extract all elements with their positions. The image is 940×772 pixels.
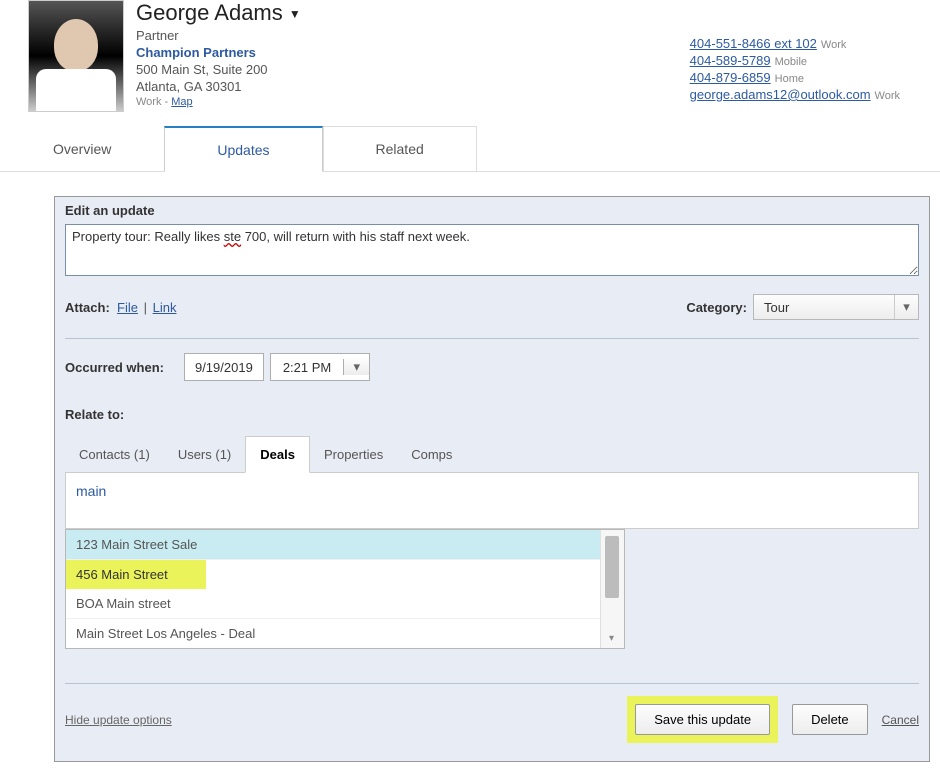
occurred-row: Occurred when: 9/19/2019 2:21 PM ▾ — [65, 353, 919, 381]
map-link[interactable]: Map — [171, 96, 192, 108]
relate-result-item[interactable]: 456 Main Street — [66, 560, 206, 589]
update-note-input[interactable]: Property tour: Really likes ste 700, wil… — [65, 224, 919, 276]
phone-mobile-link[interactable]: 404-589-5789 — [690, 53, 771, 68]
pipe-separator: | — [144, 300, 147, 315]
time-input[interactable]: 2:21 PM ▾ — [270, 353, 370, 381]
relate-section: Relate to: Contacts (1) Users (1) Deals … — [65, 407, 919, 649]
contact-name[interactable]: George Adams ▼ — [136, 0, 690, 26]
save-highlight: Save this update — [627, 696, 778, 743]
date-input[interactable]: 9/19/2019 — [184, 353, 264, 381]
category-row: Category: Tour ▾ — [686, 294, 919, 320]
contact-info: George Adams ▼ Partner Champion Partners… — [124, 0, 690, 112]
contact-name-text: George Adams — [136, 0, 283, 25]
panel-footer: Hide update options Save this update Del… — [65, 696, 919, 743]
tab-updates[interactable]: Updates — [164, 126, 322, 172]
relate-search-area — [65, 473, 919, 529]
phone-home-tag: Home — [775, 73, 804, 85]
footer-actions: Save this update Delete Cancel — [627, 696, 919, 743]
chevron-down-icon[interactable]: ▾ — [343, 359, 369, 375]
attach-link-link[interactable]: Link — [153, 300, 177, 315]
contact-address-2: Atlanta, GA 30301 — [136, 79, 690, 94]
relate-result-item[interactable]: BOA Main street — [66, 589, 600, 619]
contact-address-1: 500 Main St, Suite 200 — [136, 62, 690, 77]
relate-result-item[interactable]: 123 Main Street Sale — [66, 530, 600, 560]
chevron-down-icon[interactable]: ▾ — [894, 295, 918, 319]
panel-title: Edit an update — [65, 203, 919, 218]
addr-type-label: Work - — [136, 96, 171, 108]
scrollbar-thumb[interactable] — [605, 536, 619, 598]
category-select[interactable]: Tour ▾ — [753, 294, 919, 320]
delete-button[interactable]: Delete — [792, 704, 868, 735]
phone-work: 404-551-8466 ext 102 Work — [690, 36, 900, 51]
contact-role: Partner — [136, 28, 690, 43]
email-tag: Work — [875, 90, 900, 102]
relate-label: Relate to: — [65, 407, 919, 422]
main-tabs: Overview Updates Related — [0, 126, 940, 172]
divider — [65, 338, 919, 339]
scrollbar[interactable]: ▾ — [600, 530, 624, 648]
attach-file-link[interactable]: File — [117, 300, 138, 315]
relate-results-dropdown: 123 Main Street Sale 456 Main Street BOA… — [65, 529, 625, 649]
relate-result-item[interactable]: Main Street Los Angeles - Deal — [66, 619, 600, 648]
chevron-down-icon[interactable]: ▾ — [609, 633, 614, 644]
relate-tab-users[interactable]: Users (1) — [164, 437, 245, 472]
relate-tab-contacts[interactable]: Contacts (1) — [65, 437, 164, 472]
phone-work-link[interactable]: 404-551-8466 ext 102 — [690, 36, 817, 51]
email-link[interactable]: george.adams12@outlook.com — [690, 87, 871, 102]
relate-tab-properties[interactable]: Properties — [310, 437, 397, 472]
avatar — [28, 0, 124, 112]
tab-related[interactable]: Related — [323, 126, 477, 171]
tab-overview[interactable]: Overview — [0, 126, 164, 171]
contact-header: George Adams ▼ Partner Champion Partners… — [0, 0, 940, 112]
contact-company[interactable]: Champion Partners — [136, 45, 690, 60]
phone-mobile-tag: Mobile — [775, 56, 807, 68]
spellcheck-error: ste — [224, 229, 241, 244]
attach-row: Attach: File | Link — [65, 300, 176, 315]
caret-down-icon[interactable]: ▼ — [289, 7, 301, 21]
phone-work-tag: Work — [821, 39, 846, 51]
hide-options-link[interactable]: Hide update options — [65, 713, 172, 727]
category-label: Category: — [686, 300, 747, 315]
attach-label: Attach: — [65, 300, 110, 315]
phone-home: 404-879-6859 Home — [690, 70, 900, 85]
edit-update-panel: Edit an update Property tour: Really lik… — [54, 196, 930, 762]
contact-methods: 404-551-8466 ext 102 Work 404-589-5789 Mob… — [690, 0, 940, 112]
cancel-link[interactable]: Cancel — [882, 713, 919, 727]
relate-tab-deals[interactable]: Deals — [245, 436, 310, 473]
relate-search-input[interactable] — [76, 483, 908, 499]
relate-tabs: Contacts (1) Users (1) Deals Properties … — [65, 436, 919, 473]
email-row: george.adams12@outlook.com Work — [690, 87, 900, 102]
phone-home-link[interactable]: 404-879-6859 — [690, 70, 771, 85]
contact-map-line: Work - Map — [136, 96, 690, 108]
phone-mobile: 404-589-5789 Mobile — [690, 53, 900, 68]
category-value: Tour — [754, 300, 894, 315]
save-button[interactable]: Save this update — [635, 704, 770, 735]
relate-tab-comps[interactable]: Comps — [397, 437, 466, 472]
occurred-label: Occurred when: — [65, 360, 164, 375]
